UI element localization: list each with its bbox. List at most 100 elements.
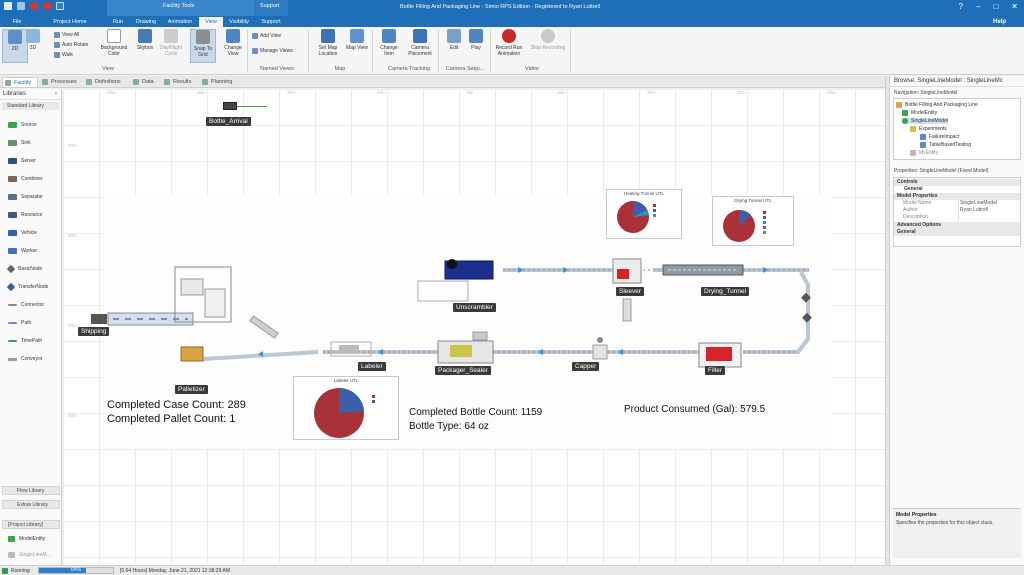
minimize-icon[interactable]: – <box>976 2 980 12</box>
view-all-button[interactable]: View All <box>54 32 79 38</box>
play-button[interactable]: Play <box>463 29 489 51</box>
lib-item-conveyor[interactable]: Conveyor <box>8 355 42 363</box>
auto-rotate-button[interactable]: Auto Rotate <box>54 42 88 48</box>
lib-item-resource[interactable]: Resource <box>8 211 42 219</box>
customize-icon[interactable] <box>56 2 64 10</box>
background-color-button[interactable]: Background Color <box>99 29 129 57</box>
collapse-icon[interactable]: ‹ <box>55 89 57 100</box>
prop-category-controls[interactable]: Controls <box>894 179 1020 186</box>
prop-category-general[interactable]: General <box>894 186 1020 193</box>
change-item-button[interactable]: Change Item <box>376 29 402 57</box>
flow-library-header[interactable]: Flow Library <box>2 486 60 495</box>
run-icon[interactable] <box>30 2 38 10</box>
change-view-button[interactable]: Change View <box>220 29 246 57</box>
label-capper[interactable]: Capper <box>572 362 600 371</box>
label-packager-sealer[interactable]: Packager_Sealer <box>435 366 491 375</box>
walk-button[interactable]: Walk <box>54 52 73 58</box>
label-unscrambler[interactable]: Unscrambler <box>453 303 496 312</box>
prop-row-description[interactable]: Description <box>894 214 1020 221</box>
lib-item-combiner[interactable]: Combiner <box>8 175 43 183</box>
legend-swatch <box>763 231 766 234</box>
set-map-location-button[interactable]: Set Map Location <box>313 29 343 57</box>
label-labeler[interactable]: Labeler <box>358 362 386 371</box>
tab-facility[interactable]: Facility <box>2 77 38 87</box>
prop-row-author[interactable]: Author Ryan Luttrell <box>894 207 1020 214</box>
project-item-modelentity[interactable]: ModelEntity <box>8 535 45 543</box>
label-palletizer[interactable]: Palletizer <box>175 385 208 394</box>
view-3d-button[interactable]: 3D <box>20 29 46 51</box>
lib-item-path[interactable]: Path <box>8 319 31 327</box>
lib-item-server[interactable]: Server <box>8 157 36 165</box>
app-icon[interactable] <box>4 2 12 10</box>
lib-item-timepath[interactable]: TimePath <box>8 337 42 345</box>
tree-item-singlelinemodel[interactable]: SingleLineModel <box>902 118 948 124</box>
view-all-icon <box>54 32 60 38</box>
tab-file[interactable]: File <box>6 17 28 27</box>
drying-tunnel-utl-chart[interactable]: Drying Tunnel UTL <box>712 196 794 246</box>
maximize-icon[interactable]: □ <box>993 2 998 12</box>
tab-animation[interactable]: Animation <box>163 17 197 27</box>
extras-library-header[interactable]: Extras Library <box>2 500 60 509</box>
skybox-button[interactable]: Skybox <box>132 29 158 51</box>
prop-category-general-2[interactable]: General <box>894 229 1020 236</box>
snap-to-grid-button[interactable]: Snap To Grid <box>190 29 216 63</box>
lib-item-source[interactable]: Source <box>8 121 37 129</box>
prop-category-advanced-options[interactable]: Advanced Options <box>894 222 1020 229</box>
prop-category-model-properties[interactable]: Model Properties <box>894 193 1020 200</box>
help-link[interactable]: Help <box>993 17 1006 27</box>
add-view-button[interactable]: Add View <box>252 33 281 39</box>
lib-item-sink[interactable]: Sink <box>8 139 31 147</box>
tab-data[interactable]: Data <box>131 77 157 87</box>
label-drying-tunnel[interactable]: Drying_Tunnel <box>701 287 750 296</box>
label-filler[interactable]: Filler <box>705 366 726 375</box>
close-icon[interactable]: ✕ <box>1011 2 1018 12</box>
labeler-utl-chart[interactable]: Labeler UTL <box>293 376 399 440</box>
manage-views-button[interactable]: Manage Views <box>252 48 293 54</box>
label-shipping[interactable]: Shipping <box>78 327 110 336</box>
tree-item-modelentity[interactable]: ModelEntity <box>902 110 937 116</box>
save-icon[interactable] <box>17 2 25 10</box>
stop-recording-button[interactable]: Stop Recording <box>528 29 568 51</box>
tab-visibility[interactable]: Visibility <box>225 17 253 27</box>
tab-processes[interactable]: Processes <box>40 77 80 87</box>
edit-label: Edit <box>449 45 459 51</box>
tree-item-experiments[interactable]: Experiments <box>910 126 947 132</box>
record-run-animation-button[interactable]: Record Run Animation <box>492 29 526 57</box>
tree-item-myentity[interactable]: MyEntity <box>910 150 938 156</box>
tree-item-project[interactable]: Bottle Filling And Packaging Line <box>896 102 978 108</box>
lib-item-worker[interactable]: Worker <box>8 247 37 255</box>
resource-icon <box>8 212 17 218</box>
map-view-button[interactable]: Map View <box>344 29 370 51</box>
tab-drawing[interactable]: Drawing <box>131 17 161 27</box>
tab-view[interactable]: View <box>199 17 223 27</box>
project-item-singleline[interactable]: SingleLineM... <box>8 551 51 559</box>
lib-item-separator[interactable]: Separator <box>8 193 43 201</box>
tab-support[interactable]: Support <box>255 17 287 27</box>
tab-project-home[interactable]: Project Home <box>48 17 92 27</box>
lib-item-vehicle[interactable]: Vehicle <box>8 229 37 237</box>
prop-row-model-name[interactable]: Model Name SingleLineModel <box>894 200 1020 207</box>
change-item-icon <box>382 29 396 43</box>
stop-icon[interactable] <box>43 2 51 10</box>
tree-item-tablebasedtesting[interactable]: TableBasedTesting <box>920 142 971 148</box>
help-icon[interactable]: ? <box>959 2 963 12</box>
lib-item-connector[interactable]: Connector <box>8 301 44 309</box>
tab-results[interactable]: Results <box>162 77 196 87</box>
legend-swatch <box>763 216 766 219</box>
group-camera-tracking-label: Camera Tracking <box>388 66 430 72</box>
standard-library-header[interactable]: Standard Library <box>2 102 59 110</box>
tab-planning[interactable]: Planning <box>200 77 238 87</box>
facility-canvas[interactable]: 40m 30m 20m 10m 0m 10m 20m 30m 40m 10m 2… <box>63 89 885 565</box>
day-night-cycle-button[interactable]: Day/Night Cycle <box>158 29 184 57</box>
lib-item-basicnode[interactable]: BasicNode <box>6 264 42 274</box>
camera-placement-button[interactable]: Camera Placement <box>404 29 436 57</box>
project-library-header[interactable]: [Project Library] <box>2 520 60 529</box>
label-sleever[interactable]: Sleever <box>616 287 645 296</box>
tab-definitions[interactable]: Definitions <box>84 77 126 87</box>
tab-run[interactable]: Run <box>107 17 129 27</box>
heating-tunnel-utl-chart[interactable]: Heating Tunnel UTL <box>606 189 682 239</box>
tree-item-failureimpact[interactable]: FailureImpact <box>920 134 959 140</box>
walk-icon <box>54 52 60 58</box>
navigation-label: Navigation: SingleLineModel <box>894 90 958 96</box>
lib-item-transfernode[interactable]: TransferNode <box>6 282 48 292</box>
